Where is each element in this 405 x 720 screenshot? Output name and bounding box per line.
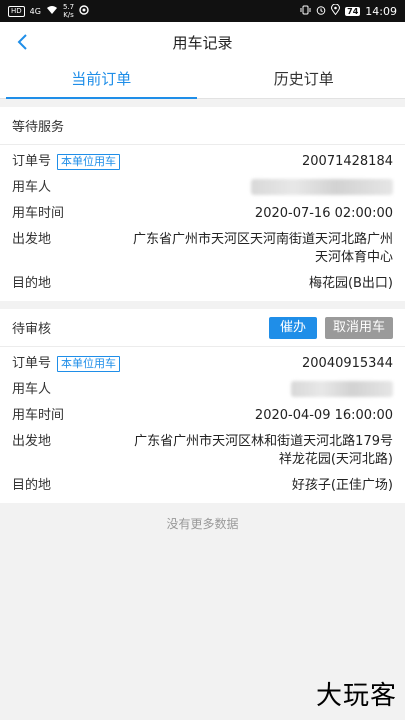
origin-row: 出发地 广东省广州市天河区天河南街道天河北路广州天河体育中心 [0, 227, 405, 271]
order-time: 2020-07-16 02:00:00 [254, 206, 393, 221]
user-name-redacted [251, 179, 393, 195]
cancel-ride-button[interactable]: 取消用车 [324, 316, 393, 339]
destination-row: 目的地 好孩子(正佳广场) [0, 473, 405, 503]
order-status: 等待服务 [12, 120, 65, 135]
order-number-label: 订单号 [12, 356, 52, 371]
time-row: 用车时间 2020-07-16 02:00:00 [0, 201, 405, 227]
status-bar: HD 4G 5.7 K/s 74 14:09 [0, 0, 405, 22]
chevron-left-icon [17, 34, 27, 50]
destination-address: 好孩子(正佳广场) [291, 478, 393, 493]
location-icon [331, 3, 341, 18]
no-more-data: 没有更多数据 [166, 517, 239, 531]
order-card[interactable]: 待审核 催办 取消用车 订单号 本单位用车 20040915344 用车人 用车时… [0, 309, 405, 503]
order-number: 20071428184 [302, 154, 393, 169]
order-card[interactable]: 等待服务 订单号 本单位用车 20071428184 用车人 用车时间 2020-… [0, 107, 405, 301]
wifi-icon [46, 5, 58, 18]
order-status: 待审核 [12, 322, 52, 337]
nav-bar: 用车记录 [0, 22, 405, 62]
destination-label: 目的地 [12, 478, 52, 493]
time-label: 用车时间 [12, 408, 65, 423]
time-label: 用车时间 [12, 206, 65, 221]
origin-address: 广东省广州市天河区林和街道天河北路179号祥龙花园(天河北路) [134, 434, 393, 467]
destination-row: 目的地 梅花园(B出口) [0, 271, 405, 301]
destination-address: 梅花园(B出口) [308, 276, 393, 291]
user-label: 用车人 [12, 180, 52, 195]
battery-icon: 74 [345, 6, 361, 16]
order-number-label: 订单号 [12, 154, 52, 169]
order-status-header: 等待服务 [0, 107, 405, 145]
order-type-tag: 本单位用车 [57, 154, 121, 170]
user-row: 用车人 [0, 377, 405, 403]
clock: 14:09 [365, 4, 397, 18]
order-number-row: 订单号 本单位用车 20071428184 [0, 145, 405, 175]
signal-label: 4G [29, 6, 41, 16]
origin-label: 出发地 [12, 232, 52, 247]
tab-current-orders[interactable]: 当前订单 [0, 62, 203, 99]
order-type-tag: 本单位用车 [57, 356, 121, 372]
tab-history-orders[interactable]: 历史订单 [203, 62, 405, 98]
time-row: 用车时间 2020-04-09 16:00:00 [0, 403, 405, 429]
origin-row: 出发地 广东省广州市天河区林和街道天河北路179号祥龙花园(天河北路) [0, 429, 405, 473]
alarm-icon [316, 5, 326, 18]
destination-label: 目的地 [12, 276, 52, 291]
order-number-row: 订单号 本单位用车 20040915344 [0, 347, 405, 377]
app-notification-icon [79, 4, 89, 18]
user-label: 用车人 [12, 382, 52, 397]
page-title: 用车记录 [172, 33, 233, 52]
user-name-redacted [291, 381, 393, 397]
user-row: 用车人 [0, 175, 405, 201]
order-tabs: 当前订单 历史订单 [0, 62, 405, 99]
order-number: 20040915344 [302, 356, 393, 371]
back-button[interactable] [10, 30, 34, 54]
origin-address: 广东省广州市天河区天河南街道天河北路广州天河体育中心 [132, 232, 393, 265]
network-badge: HD [8, 5, 25, 17]
order-time: 2020-04-09 16:00:00 [254, 408, 393, 423]
origin-label: 出发地 [12, 434, 52, 449]
watermark-logo: 大玩客 [315, 681, 397, 711]
vibrate-icon [300, 5, 311, 18]
network-speed: 5.7 K/s [62, 3, 75, 19]
order-status-header: 待审核 催办 取消用车 [0, 309, 405, 347]
urge-button[interactable]: 催办 [268, 316, 317, 339]
